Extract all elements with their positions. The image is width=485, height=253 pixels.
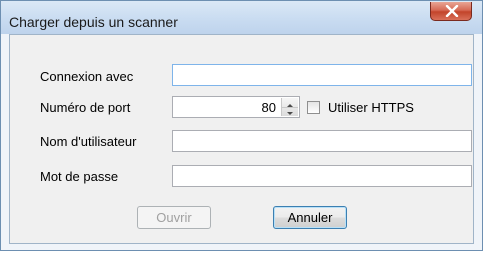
dialog-window: Charger depuis un scanner Connexion avec…	[0, 0, 483, 251]
port-label: Numéro de port	[40, 100, 131, 115]
username-label: Nom d'utilisateur	[40, 134, 137, 149]
connection-label: Connexion avec	[40, 69, 134, 84]
https-label[interactable]: Utiliser HTTPS	[328, 100, 414, 115]
port-stepper[interactable]: 80	[172, 96, 300, 118]
close-button[interactable]	[430, 2, 472, 21]
close-icon	[445, 5, 459, 17]
spin-down-button[interactable]	[282, 107, 298, 116]
dialog-title: Charger depuis un scanner	[9, 14, 178, 30]
password-input[interactable]	[172, 165, 472, 187]
dialog-body: Connexion avec Numéro de port 80 Utilise…	[9, 34, 474, 244]
username-input[interactable]	[172, 130, 472, 152]
password-label: Mot de passe	[40, 169, 119, 184]
chevron-down-icon	[287, 112, 293, 115]
title-bar[interactable]: Charger depuis un scanner	[1, 1, 482, 34]
https-checkbox[interactable]	[307, 101, 320, 114]
connection-input[interactable]	[172, 64, 472, 86]
port-value: 80	[261, 100, 276, 115]
open-button[interactable]: Ouvrir	[137, 206, 211, 229]
port-spinner	[281, 98, 298, 116]
cancel-button[interactable]: Annuler	[273, 206, 347, 229]
